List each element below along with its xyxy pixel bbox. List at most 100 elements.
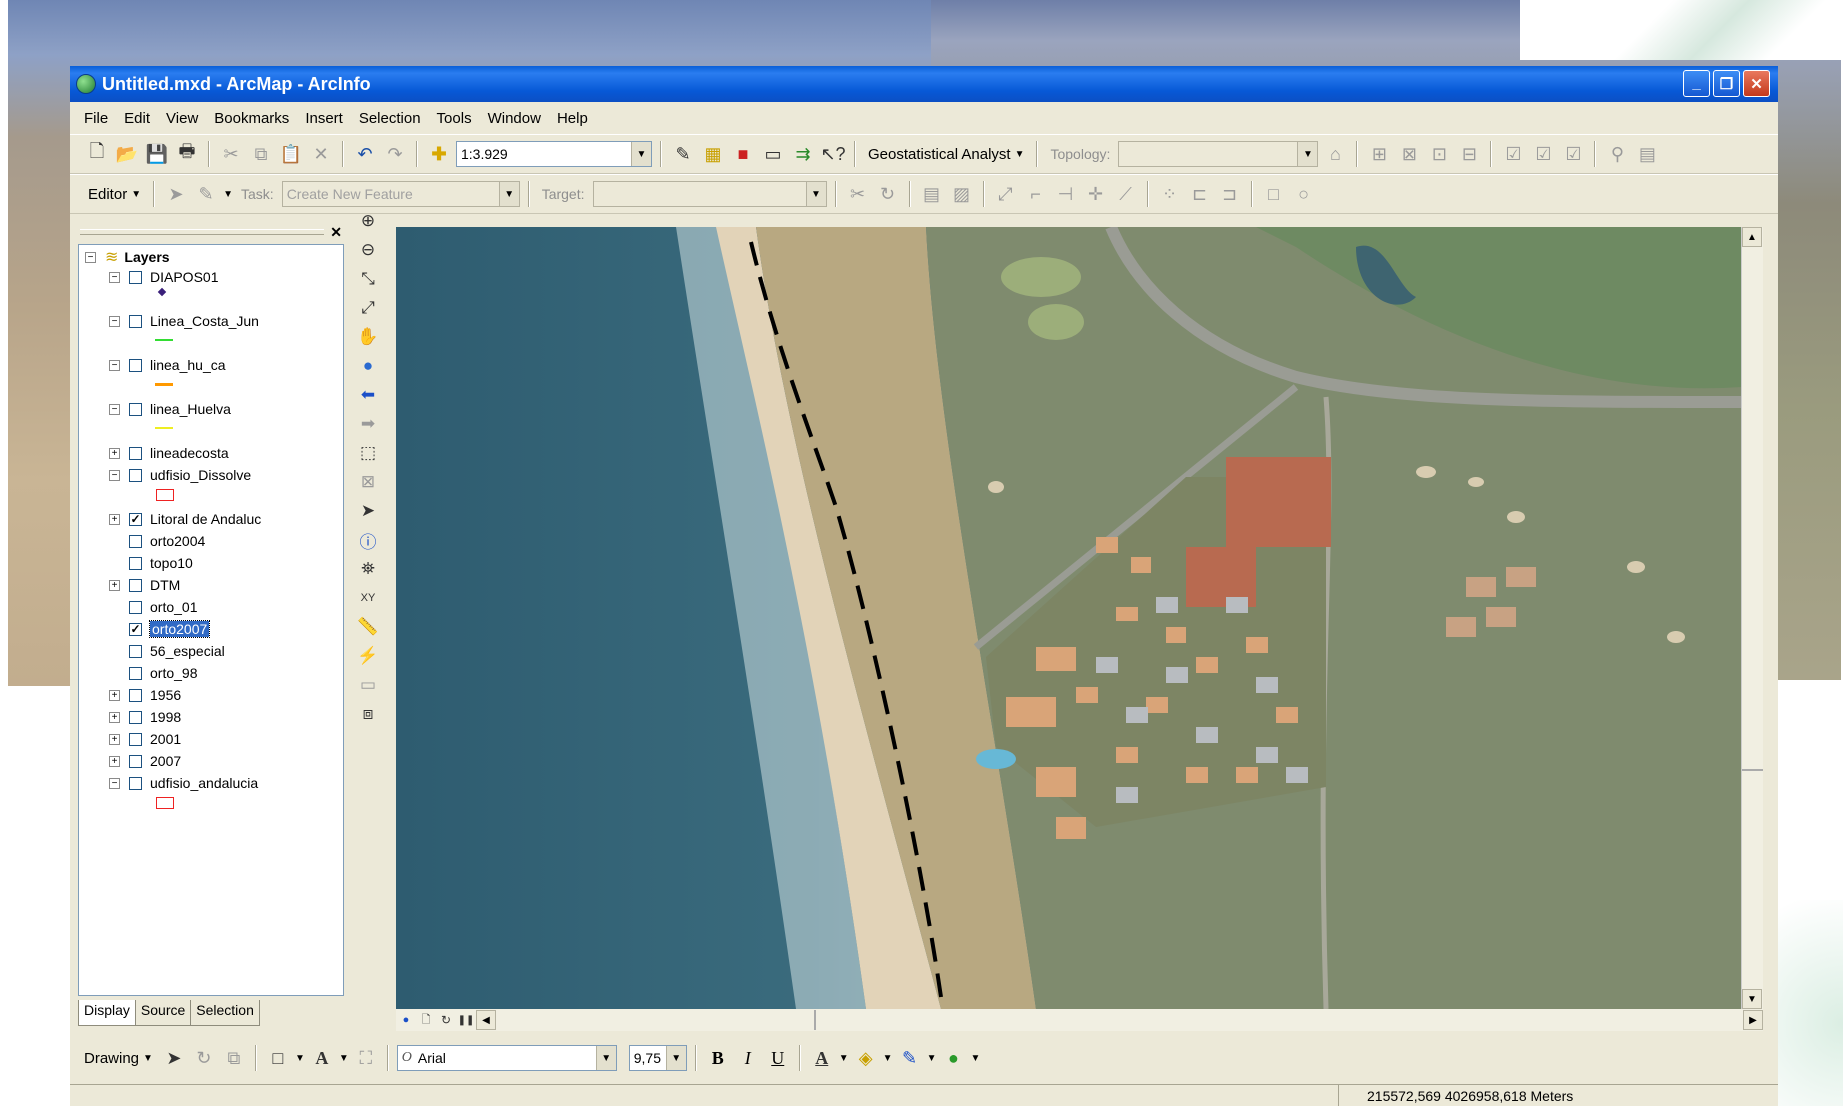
font-color-icon[interactable]: A [809,1045,835,1071]
map-display[interactable]: ▲ ▼ [396,227,1763,1009]
menu-file[interactable]: File [82,108,110,129]
menu-bookmarks[interactable]: Bookmarks [212,108,291,129]
layer-name[interactable]: lineadecosta [150,445,229,461]
minimize-button[interactable]: _ [1683,70,1710,97]
expand-collapse-icon[interactable]: − [109,403,120,415]
layer-visibility-checkbox-checked[interactable]: ✓ [129,512,142,526]
layer-visibility-checkbox[interactable] [129,270,142,284]
layout-view-icon[interactable]: 🗋 [416,1010,436,1030]
split-tool-icon[interactable]: ✂ [845,181,871,207]
layer-name[interactable]: linea_Huelva [150,401,231,417]
expand-collapse-icon[interactable]: + [109,579,120,591]
marker-color-icon[interactable]: ● [940,1045,966,1071]
save-icon[interactable]: 💾 [144,141,170,167]
rectangle-icon[interactable]: □ [265,1045,291,1071]
layer-row[interactable]: + 2007 [109,751,181,771]
layer-visibility-checkbox[interactable] [129,358,142,372]
full-extent-globe-icon[interactable]: ● [355,353,381,379]
layer-name[interactable]: 1998 [150,709,181,725]
layer-row[interactable]: − DIAPOS01 [109,267,218,287]
chevron-down-icon[interactable]: ▼ [339,1053,349,1064]
expand-collapse-icon[interactable]: + [109,733,120,745]
rectangle-icon[interactable]: □ [1261,181,1287,207]
rotate-icon[interactable]: ↻ [191,1045,217,1071]
cogo-icon[interactable]: ⤢ [993,181,1019,207]
layer-row[interactable]: − Linea_Costa_Jun [109,311,259,331]
expand-collapse-icon[interactable]: + [109,689,120,701]
layer-name[interactable]: linea_hu_ca [150,357,226,373]
edit-tool-icon[interactable]: ➤ [163,181,189,207]
add-data-icon[interactable]: ✚ [426,141,452,167]
align-icon[interactable]: ⊏ [1187,181,1213,207]
layer-row[interactable]: topo10 [109,553,193,573]
layer-name[interactable]: Linea_Costa_Jun [150,313,259,329]
cut-icon[interactable]: ✂ [218,141,244,167]
arcmap-globe-icon[interactable] [76,74,96,94]
layer-visibility-checkbox[interactable] [129,710,142,724]
layer-name[interactable]: DIAPOS01 [150,269,218,285]
redo-icon[interactable]: ↷ [382,141,408,167]
scroll-left-icon[interactable]: ◀ [476,1010,496,1030]
scroll-thumb[interactable] [1742,769,1763,771]
menu-tools[interactable]: Tools [435,108,474,129]
undo-icon[interactable]: ↶ [352,141,378,167]
fill-color-icon[interactable]: ◈ [853,1045,879,1071]
chevron-down-icon[interactable]: ▼ [223,189,233,200]
generalize-icon[interactable]: ⁘ [1157,181,1183,207]
tab-display[interactable]: Display [78,1000,136,1026]
layer-visibility-checkbox[interactable] [129,732,142,746]
italic-button[interactable]: I [735,1048,761,1069]
open-folder-icon[interactable]: 📂 [114,141,140,167]
menu-view[interactable]: View [164,108,200,129]
layer-name[interactable]: topo10 [150,555,193,571]
layer-name-selected[interactable]: orto2007 [148,620,211,638]
vertex-icon[interactable]: ✛ [1083,181,1109,207]
menu-help[interactable]: Help [555,108,590,129]
rotate-tool-icon[interactable]: ↻ [875,181,901,207]
select-elements-icon[interactable]: ➤ [355,498,381,524]
layer-row[interactable]: + DTM [109,575,180,595]
underline-button[interactable]: U [765,1048,791,1069]
font-combo[interactable]: O Arial ▼ [396,1045,617,1071]
forward-arrow-icon[interactable]: ➡ [355,411,381,437]
html-popup-icon[interactable]: ▭ [355,672,381,698]
data-view-icon[interactable]: ● [396,1010,416,1030]
layer-name[interactable]: 56_especial [150,643,225,659]
layer-name[interactable]: orto_01 [150,599,197,615]
menu-insert[interactable]: Insert [303,108,345,129]
expand-collapse-icon[interactable]: − [109,315,120,327]
expand-collapse-icon[interactable]: + [109,513,120,525]
layer-row[interactable]: orto2004 [109,531,205,551]
line-color-icon[interactable]: ✎ [897,1045,923,1071]
tab-selection[interactable]: Selection [190,1000,260,1026]
topology-combo[interactable]: ▼ [1118,141,1319,167]
print-icon[interactable]: 🖶 [174,141,200,167]
layer-row[interactable]: − udfisio_andalucia [109,773,258,793]
clear-selection-icon[interactable]: ⊠ [355,469,381,495]
toc-close-icon[interactable]: ✕ [330,224,342,241]
validate-extent-icon[interactable]: ☑ [1530,141,1556,167]
arccatalog-icon[interactable]: ▦ [700,141,726,167]
layer-visibility-checkbox[interactable] [129,666,142,680]
layer-row[interactable]: + lineadecosta [109,443,229,463]
snap-icon[interactable]: ⊣ [1053,181,1079,207]
layer-row[interactable]: − linea_Huelva [109,399,231,419]
text-tool-icon[interactable]: A [309,1045,335,1071]
new-document-icon[interactable]: 🗋 [84,141,110,167]
zoom-out-icon[interactable]: ⊖ [355,237,381,263]
target-combo[interactable]: ▼ [592,181,827,207]
layer-row[interactable]: + 1998 [109,707,181,727]
command-line-icon[interactable]: ▭ [760,141,786,167]
arctoolbox-icon[interactable]: ■ [730,141,756,167]
zoom-in-icon[interactable]: ⊕ [355,208,381,234]
scroll-down-icon[interactable]: ▼ [1742,989,1762,1009]
delete-icon[interactable]: ✕ [308,141,334,167]
select-features-icon[interactable]: ⬚ [355,440,381,466]
editor-menu[interactable]: Editor ▼ [84,186,145,203]
horizontal-scroll-track[interactable] [496,1010,1743,1030]
expand-collapse-icon[interactable]: − [109,469,120,481]
go-to-xy-icon[interactable]: XY [355,585,381,611]
topology-tool-icon[interactable]: ⌂ [1322,141,1348,167]
error-inspector-icon[interactable]: ▤ [1634,141,1660,167]
fixed-zoom-out-icon[interactable]: ⤢ [355,295,381,321]
